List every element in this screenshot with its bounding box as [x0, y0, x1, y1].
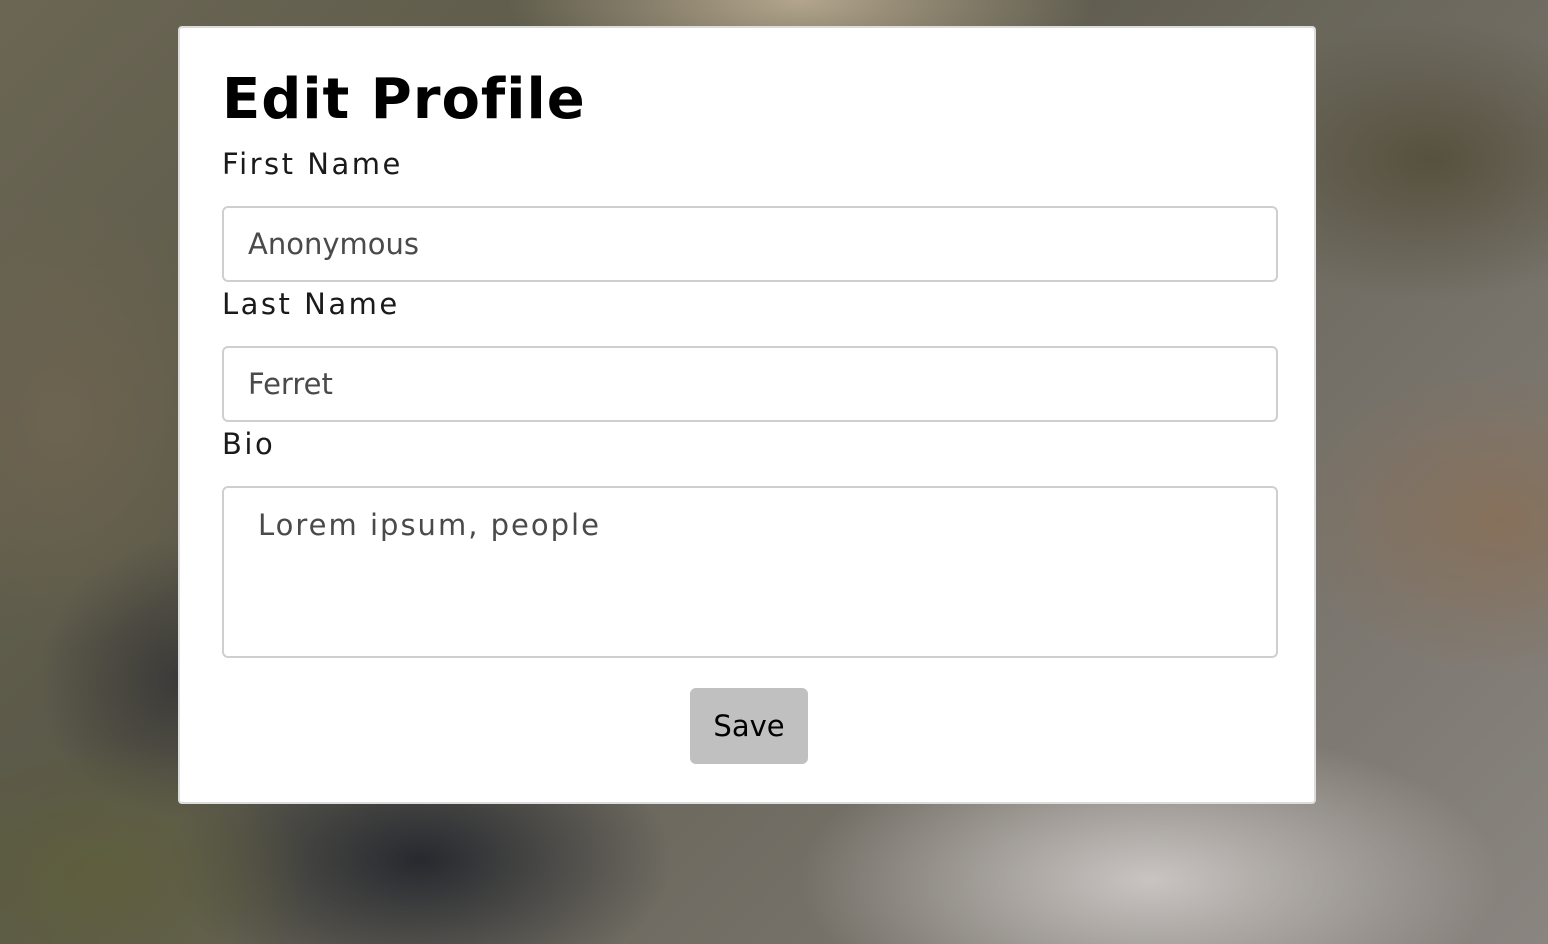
save-button[interactable]: Save — [690, 688, 808, 764]
last-name-label: Last Name — [222, 287, 400, 321]
first-name-field[interactable] — [222, 206, 1278, 282]
last-name-field[interactable] — [222, 346, 1278, 422]
bio-field[interactable]: Lorem ipsum, people — [222, 486, 1278, 658]
bio-label: Bio — [222, 427, 276, 461]
edit-profile-card: Edit Profile First Name Last Name Bio Lo… — [178, 26, 1316, 804]
first-name-label: First Name — [222, 147, 403, 181]
page-title: Edit Profile — [222, 67, 586, 132]
